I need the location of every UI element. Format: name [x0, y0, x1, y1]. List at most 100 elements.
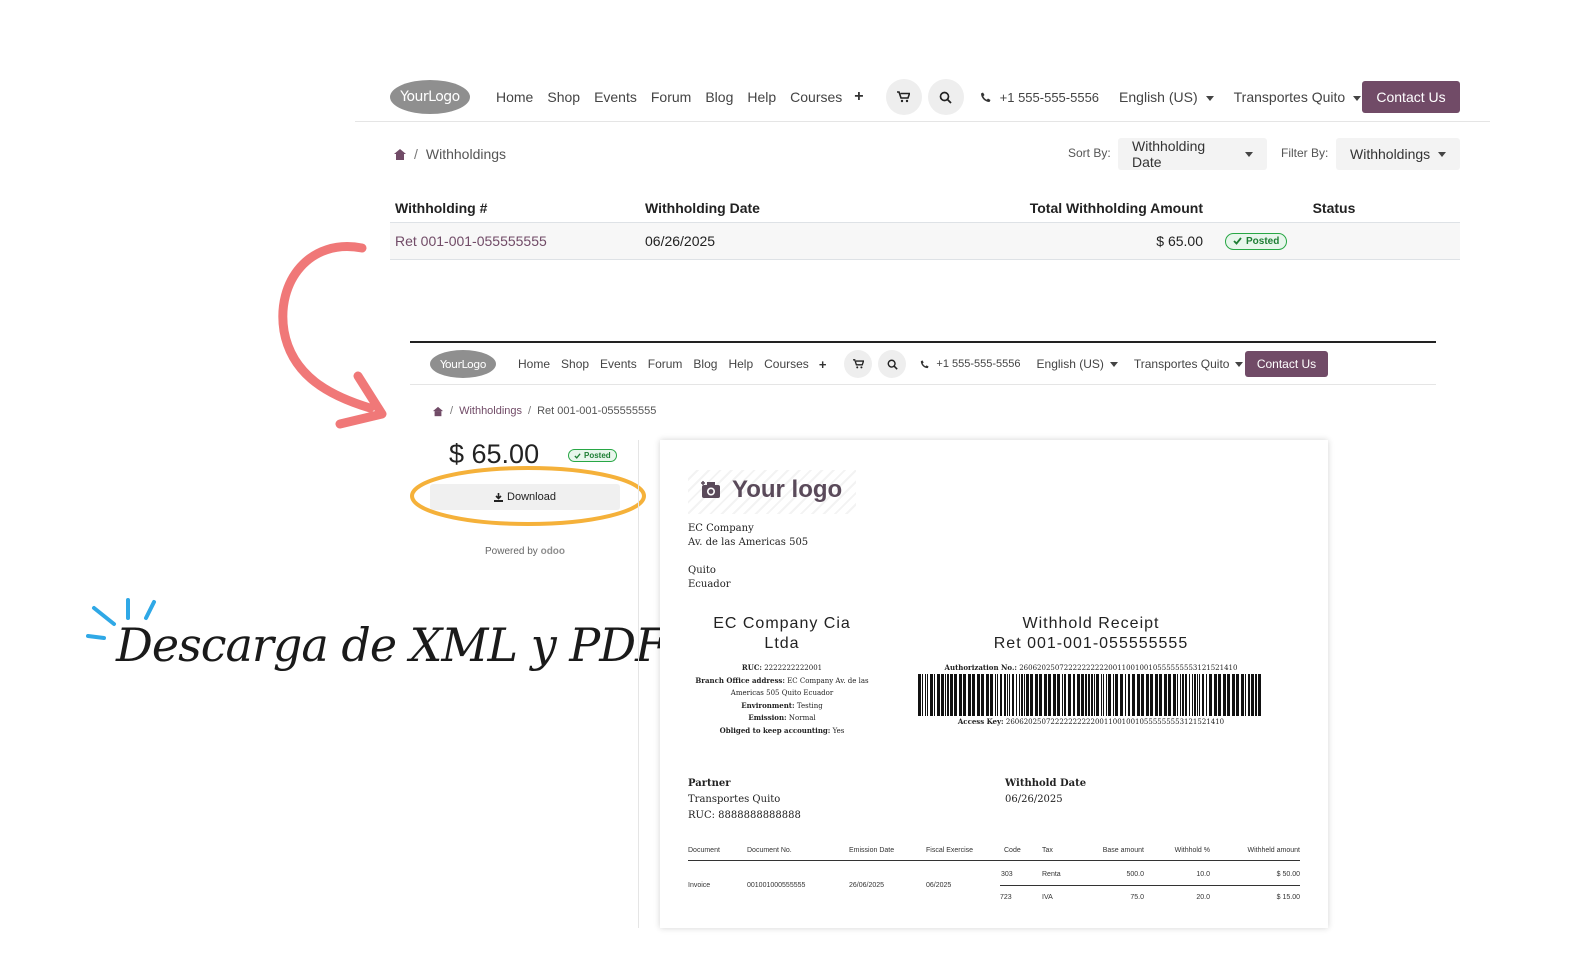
nav-home[interactable]: Home — [518, 357, 550, 371]
check-icon — [1233, 237, 1242, 245]
cell-emission-date: 26/06/2025 — [849, 882, 885, 889]
withholdings-table: Withholding # Withholding Date Total Wit… — [390, 194, 1460, 260]
status-badge: Posted — [1225, 232, 1288, 250]
access-key: Access Key: 2606202507222222222200110010… — [957, 717, 1225, 726]
search-icon[interactable] — [878, 350, 907, 378]
nav-events[interactable]: Events — [600, 357, 637, 371]
pdf-preview: Your logo EC Company Av. de las Americas… — [660, 440, 1328, 928]
phone-icon — [980, 92, 991, 102]
company-details: RUC: 2222222222001 Branch Office address… — [695, 663, 869, 735]
sort-dropdown[interactable]: Withholding Date — [1118, 138, 1267, 170]
search-icon[interactable] — [927, 79, 964, 115]
chevron-down-icon — [1438, 151, 1447, 157]
nav-courses[interactable]: Courses — [790, 89, 842, 105]
line-rule — [1000, 885, 1300, 886]
nav-blog[interactable]: Blog — [693, 357, 717, 371]
col-date: Withholding Date — [640, 194, 900, 223]
top-navbar: YourLogo Home Shop Events Forum Blog Hel… — [390, 79, 1460, 115]
nav-events[interactable]: Events — [594, 89, 637, 105]
powered-by: Powered by odoo — [485, 546, 566, 557]
highlight-ring — [410, 466, 646, 526]
table-header-rule — [688, 860, 1300, 861]
nav-blog[interactable]: Blog — [705, 89, 733, 105]
status-badge: Posted — [568, 449, 617, 462]
nav-shop[interactable]: Shop — [561, 357, 589, 371]
th-withheld-amount: Withheld amount — [1247, 847, 1300, 854]
line2-code: 723 — [1000, 894, 1012, 901]
cell-fiscal-exercise: 06/2025 — [926, 882, 952, 889]
row-amount: $ 65.00 — [900, 222, 1208, 260]
add-menu-icon[interactable]: + — [854, 88, 863, 106]
line2-base: 75.0 — [1130, 894, 1144, 901]
contact-us-button[interactable]: Contact Us — [1245, 351, 1328, 377]
detail-navbar: YourLogo Home Shop Events Forum Blog Hel… — [430, 350, 1328, 378]
odoo-logo: odoo — [540, 546, 566, 557]
language-select[interactable]: English (US) — [1037, 357, 1118, 371]
nav-help[interactable]: Help — [747, 89, 776, 105]
headline: Descarga de XML y PDF — [116, 618, 667, 672]
withhold-date-block: Withhold Date 06/26/2025 — [1005, 778, 1087, 805]
phone-link[interactable]: +1 555-555-5556 — [980, 90, 1099, 105]
company-select[interactable]: Transportes Quito — [1134, 357, 1244, 371]
navbar-divider — [410, 384, 1436, 385]
th-document-no: Document No. — [747, 847, 792, 854]
partner-block: Partner Transportes Quito RUC: 888888888… — [688, 778, 801, 821]
line1-amount: $ 50.00 — [1276, 871, 1300, 878]
phone-icon — [921, 359, 929, 368]
line1-pct: 10.0 — [1196, 871, 1210, 878]
th-code: Code — [1004, 847, 1021, 854]
line1-code: 303 — [1001, 871, 1013, 878]
line1-tax: Renta — [1042, 871, 1061, 878]
language-select[interactable]: English (US) — [1119, 89, 1214, 105]
contact-us-button[interactable]: Contact Us — [1362, 81, 1460, 113]
company-address: EC Company Av. de las Americas 505 Quito… — [688, 523, 809, 590]
add-menu-icon[interactable]: + — [819, 357, 827, 372]
check-icon — [574, 452, 581, 459]
nav-home[interactable]: Home — [496, 89, 533, 105]
line2-pct: 20.0 — [1196, 894, 1210, 901]
line2-tax: IVA — [1042, 894, 1053, 901]
home-icon[interactable] — [394, 148, 406, 160]
nav-courses[interactable]: Courses — [764, 357, 809, 371]
filter-dropdown[interactable]: Withholdings — [1336, 138, 1460, 170]
curved-arrow-icon — [278, 242, 387, 429]
th-emission-date: Emission Date — [849, 847, 895, 854]
screenshot-top-border — [410, 341, 1436, 343]
th-tax: Tax — [1042, 847, 1053, 854]
phone-link[interactable]: +1 555-555-5556 — [920, 358, 1021, 370]
cell-document: Invoice — [688, 882, 711, 889]
site-logo[interactable]: YourLogo — [430, 350, 496, 378]
breadcrumb-withholdings: Withholdings — [425, 146, 507, 162]
sort-label: Sort By: — [1068, 146, 1111, 160]
line2-amount: $ 15.00 — [1276, 894, 1300, 901]
cart-icon[interactable] — [844, 350, 873, 378]
col-status: Status — [1208, 194, 1460, 223]
th-base-amount: Base amount — [1102, 847, 1144, 854]
withholding-link[interactable]: Ret 001-001-055555555 — [395, 233, 547, 249]
camera-icon — [701, 481, 720, 498]
nav-forum[interactable]: Forum — [651, 89, 691, 105]
receipt-title: Withhold Receipt Ret 001-001-055555555 — [993, 615, 1189, 652]
nav-forum[interactable]: Forum — [648, 357, 683, 371]
cell-document-no: 001001000555555 — [747, 882, 806, 889]
nav-help[interactable]: Help — [728, 357, 753, 371]
breadcrumb: / Withholdings — [394, 146, 506, 162]
authorization-number: Authorization No.: 260620250722222222220… — [944, 663, 1238, 672]
nav-shop[interactable]: Shop — [547, 89, 580, 105]
table-header-row: Withholding # Withholding Date Total Wit… — [390, 194, 1460, 223]
col-number: Withholding # — [390, 194, 640, 223]
cart-icon[interactable] — [885, 79, 922, 115]
th-fiscal-exercise: Fiscal Exercise — [926, 847, 974, 854]
row-date: 06/26/2025 — [640, 222, 900, 260]
col-total: Total Withholding Amount — [900, 194, 1208, 223]
breadcrumb: / Withholdings / Ret 001-001-055555555 — [432, 405, 656, 417]
breadcrumb-withholdings[interactable]: Withholdings — [459, 405, 522, 417]
th-withhold-pct: Withhold % — [1174, 847, 1210, 854]
home-icon[interactable] — [432, 406, 444, 416]
table-row[interactable]: Ret 001-001-055555555 06/26/2025 $ 65.00… — [390, 222, 1460, 260]
doc-company-name: EC Company Cia Ltda — [713, 615, 851, 652]
sidebar-divider — [638, 440, 639, 928]
barcode — [918, 674, 1261, 716]
site-logo[interactable]: YourLogo — [390, 80, 470, 114]
company-select[interactable]: Transportes Quito — [1234, 89, 1362, 105]
